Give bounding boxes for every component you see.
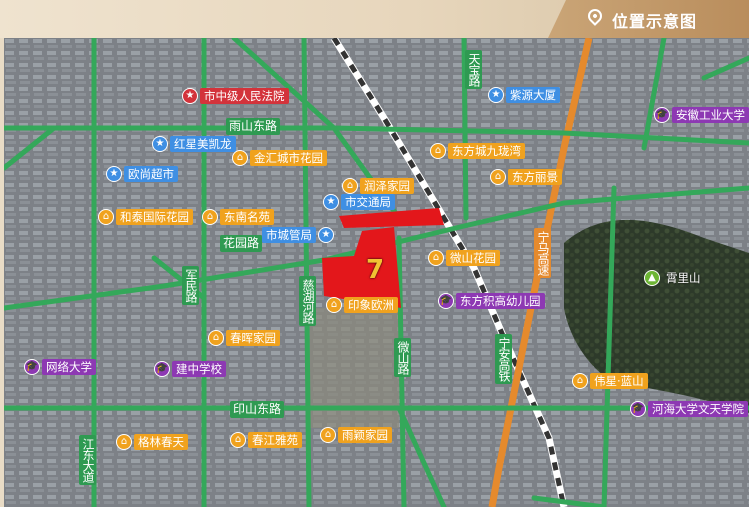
poi-traffic[interactable]: ★ 市交通局 <box>323 193 395 210</box>
graduation-cap-icon: 🎓 <box>24 358 40 375</box>
house-icon: ⌂ <box>232 149 248 166</box>
star-icon: ★ <box>318 226 334 243</box>
satellite-map[interactable]: 7 雨山东路 花园路 印山东路 军民路 慈湖河路 微山路 天宝路 江东大道 宁马… <box>4 38 749 507</box>
poi-dongfangcheng[interactable]: ⌂ 东方城九珑湾 <box>430 142 525 159</box>
house-icon: ⌂ <box>428 249 444 266</box>
poi-kindergarten[interactable]: 🎓 东方积高幼儿园 <box>438 292 545 309</box>
house-icon: ⌂ <box>342 177 358 194</box>
site-number-label: 7 <box>366 255 385 285</box>
poi-hohai[interactable]: 🎓 河海大学文天学院 <box>630 400 748 417</box>
road-label-weishan: 微山路 <box>394 338 411 377</box>
road-label-ningan-railway: 宁安高铁 <box>495 334 512 384</box>
poi-chunhui[interactable]: ⌂ 春晖家园 <box>208 329 280 346</box>
graduation-cap-icon: 🎓 <box>154 360 170 377</box>
poi-weishan-garden[interactable]: ⌂ 微山花园 <box>428 249 500 266</box>
star-icon: ★ <box>323 193 339 210</box>
poi-oushang[interactable]: ★ 欧尚超市 <box>106 165 178 182</box>
mountain-icon: ▲ <box>644 269 660 286</box>
star-icon: ★ <box>488 86 504 103</box>
poi-gelin[interactable]: ⌂ 格林春天 <box>116 433 188 450</box>
poi-wangluo[interactable]: 🎓 网络大学 <box>24 358 96 375</box>
star-icon: ★ <box>106 165 122 182</box>
poi-yuying[interactable]: ⌂ 雨颖家园 <box>320 426 392 443</box>
poi-yinxiang[interactable]: ⌂ 印象欧洲 <box>326 296 398 313</box>
road-label-ningma-expressway: 宁马高速 <box>534 228 551 278</box>
poi-chunjiang[interactable]: ⌂ 春江雅苑 <box>230 431 302 448</box>
house-icon: ⌂ <box>430 142 446 159</box>
house-icon: ⌂ <box>116 433 132 450</box>
graduation-cap-icon: 🎓 <box>630 400 646 417</box>
poi-dongfangliting[interactable]: ⌂ 东方丽景 <box>490 168 562 185</box>
star-icon: ★ <box>182 87 198 104</box>
poi-anhui-univ[interactable]: 🎓 安徽工业大学 <box>654 106 749 123</box>
poi-weilan[interactable]: ⌂ 伟星·蓝山 <box>572 372 648 389</box>
house-icon: ⌂ <box>490 168 506 185</box>
house-icon: ⌂ <box>98 208 114 225</box>
poi-runze[interactable]: ⌂ 润泽家园 <box>342 177 414 194</box>
road-label-tianbao: 天宝路 <box>465 50 482 89</box>
road-label-yushan-east: 雨山东路 <box>226 118 281 135</box>
house-icon: ⌂ <box>208 329 224 346</box>
map-title: 位置示意图 <box>612 12 698 31</box>
poi-xiaolishan[interactable]: ▲ 霄里山 <box>644 269 705 286</box>
road-label-junmin: 军民路 <box>182 266 199 305</box>
location-map-frame: 位置示意图 7 雨山东路 花园路 印山东路 军民路 慈湖河路 微山路 天宝路 江… <box>0 0 749 507</box>
poi-court[interactable]: ★ 市中级人民法院 <box>182 87 289 104</box>
graduation-cap-icon: 🎓 <box>654 106 670 123</box>
house-icon: ⌂ <box>230 431 246 448</box>
house-icon: ⌂ <box>326 296 342 313</box>
road-label-yinshan-east: 印山东路 <box>230 401 285 418</box>
poi-chengguan[interactable]: 市城管局 ★ <box>262 226 336 243</box>
house-icon: ⌂ <box>572 372 588 389</box>
poi-redstar[interactable]: ★ 红星美凯龙 <box>152 135 236 152</box>
poi-jinhui[interactable]: ⌂ 金汇城市花园 <box>232 149 327 166</box>
poi-dongnan[interactable]: ⌂ 东南名苑 <box>202 208 274 225</box>
graduation-cap-icon: 🎓 <box>438 292 454 309</box>
house-icon: ⌂ <box>202 208 218 225</box>
poi-jianzhong[interactable]: 🎓 建中学校 <box>154 360 226 377</box>
star-icon: ★ <box>152 135 168 152</box>
poi-ziyuan[interactable]: ★ 紫源大厦 <box>488 86 560 103</box>
road-label-cihuhe: 慈湖河路 <box>299 276 316 326</box>
road-label-huayuan: 花园路 <box>220 235 263 252</box>
road-label-jiangdong: 江东大道 <box>79 435 96 485</box>
house-icon: ⌂ <box>320 426 336 443</box>
poi-hetai[interactable]: ⌂ 和泰国际花园 <box>98 208 193 225</box>
